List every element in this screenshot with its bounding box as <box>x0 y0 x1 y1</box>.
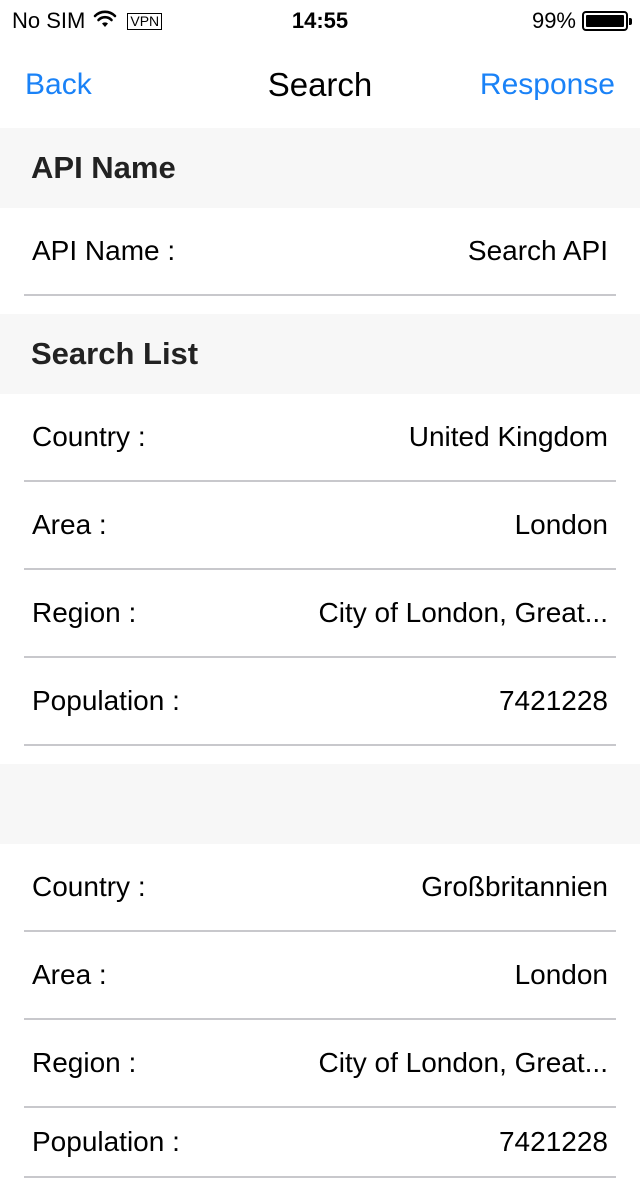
table-row[interactable]: Area : London <box>24 482 616 570</box>
section-header-empty <box>0 764 640 844</box>
row-value: Search API <box>467 235 608 266</box>
section-gap <box>0 296 640 314</box>
battery-fill <box>586 15 624 27</box>
table-row[interactable]: Region : City of London, Great... <box>24 1020 616 1108</box>
row-label: Region : <box>32 597 137 628</box>
row-value: City of London, Great... <box>318 597 609 628</box>
battery-percent: 99% <box>531 8 576 33</box>
table-row[interactable]: Population : 7421228 <box>24 1108 616 1178</box>
row-value: London <box>514 509 608 540</box>
result-group-1: Country : United Kingdom Area : London R… <box>0 394 640 746</box>
status-bar: No SIM VPN 14:55 99% <box>0 0 640 40</box>
row-value: Großbritannien <box>421 871 608 902</box>
row-value: City of London, Great... <box>318 1047 609 1078</box>
row-value: 7421228 <box>498 685 608 716</box>
navigation-bar: Back Search Response <box>0 40 640 128</box>
table-row[interactable]: Population : 7421228 <box>24 658 616 746</box>
table-row[interactable]: Country : Großbritannien <box>24 844 616 932</box>
row-label: API Name : <box>32 235 176 266</box>
table-row[interactable]: API Name : Search API <box>24 208 616 296</box>
row-label: Area : <box>32 509 107 540</box>
battery-icon <box>582 11 632 31</box>
row-label: Country : <box>32 421 146 452</box>
section-gap <box>0 746 640 764</box>
battery-cap <box>629 18 632 25</box>
row-value: London <box>514 959 608 990</box>
row-value: 7421228 <box>498 1126 608 1157</box>
row-label: Area : <box>32 959 107 990</box>
row-label: Population : <box>32 1126 180 1157</box>
section-header-api-name: API Name <box>0 128 640 208</box>
table-view[interactable]: API Name API Name : Search API Search Li… <box>0 128 640 1178</box>
section-header-search-list: Search List <box>0 314 640 394</box>
row-label: Population : <box>32 685 180 716</box>
row-value: United Kingdom <box>408 421 608 452</box>
row-label: Region : <box>32 1047 137 1078</box>
result-group-2: Country : Großbritannien Area : London R… <box>0 844 640 1178</box>
table-row[interactable]: Region : City of London, Great... <box>24 570 616 658</box>
table-row[interactable]: Country : United Kingdom <box>24 394 616 482</box>
status-right: 99% <box>531 8 632 34</box>
response-button[interactable]: Response <box>480 68 615 102</box>
table-row[interactable]: Area : London <box>24 932 616 1020</box>
row-label: Country : <box>32 871 146 902</box>
